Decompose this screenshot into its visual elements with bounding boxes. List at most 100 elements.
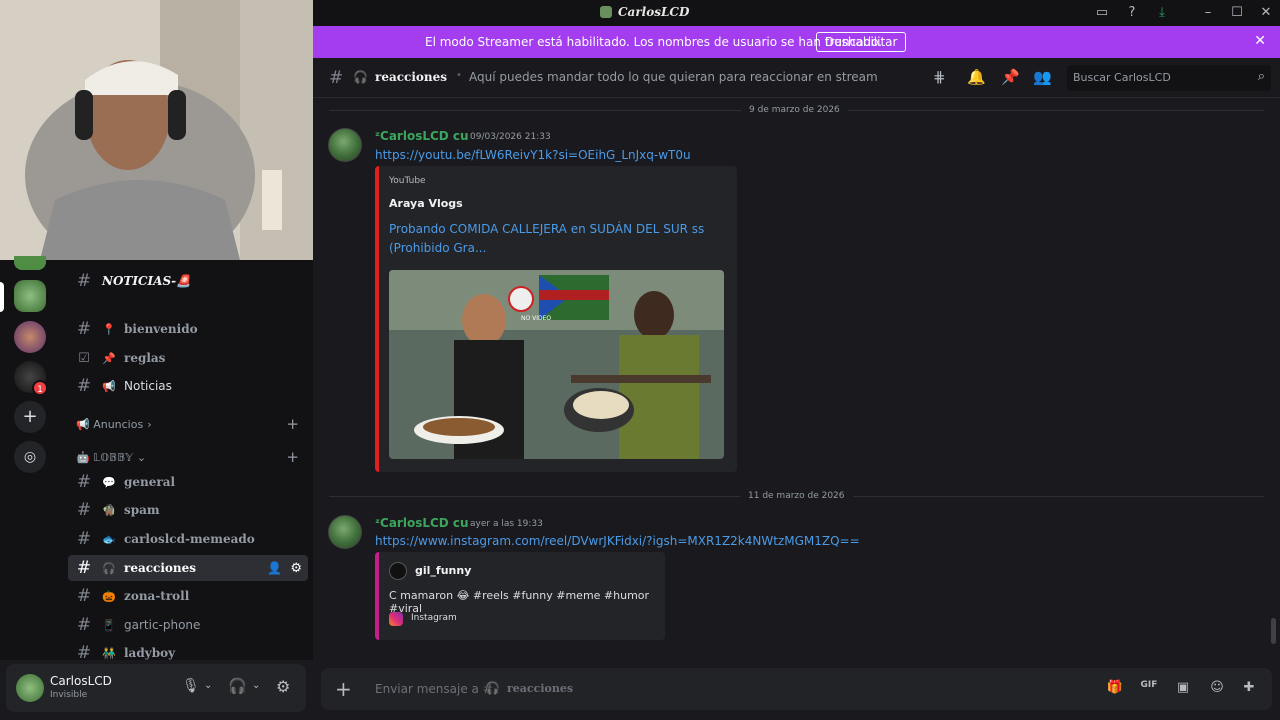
avatar[interactable] (328, 128, 362, 162)
channel-topic: Aquí puedes mandar todo lo que quieran p… (469, 70, 878, 84)
headphones-icon: 🎧 (353, 70, 368, 84)
channel-general[interactable]: # 💬 general (68, 469, 308, 495)
pin-icon[interactable]: 📌 (1001, 68, 1020, 86)
hash-icon: # (76, 529, 92, 549)
active-server-pill (0, 282, 4, 312)
minimize-button[interactable]: – (1199, 4, 1217, 22)
close-window-button[interactable]: ✕ (1257, 4, 1275, 22)
channel-header: # 🎧 reacciones • Aquí puedes mandar todo… (313, 58, 1280, 98)
message-link[interactable]: https://youtu.be/fLW6ReivY1k?si=OEihG_Ln… (375, 148, 691, 162)
gear-icon[interactable]: ⚙ (290, 561, 302, 576)
avatar[interactable] (328, 515, 362, 549)
hash-icon: # (76, 586, 92, 606)
thumb-sign: NO VIDEO (521, 315, 551, 322)
channel-reglas[interactable]: ☑ 📌 reglas (68, 345, 308, 371)
server-icon-2[interactable] (14, 321, 46, 353)
bell-icon[interactable]: 🔔 (967, 68, 986, 86)
date-divider-label: 9 de marzo de 2026 (741, 105, 848, 115)
chevron-down-icon[interactable]: ⌄ (204, 680, 212, 691)
gear-icon[interactable]: ⚙ (276, 677, 290, 696)
channel-ladyboy[interactable]: # 👬 ladyboy (68, 640, 308, 666)
channel-noticias-header[interactable]: # 𝑵𝑶𝑻𝑰𝑪𝑰𝑨𝑺-🚨 (68, 268, 308, 294)
category-lobby[interactable]: 🤖 𝕃𝕆𝔹𝔹𝕐 ⌄ (76, 451, 146, 464)
maximize-button[interactable]: ☐ (1228, 4, 1246, 22)
channel-noticias[interactable]: # 📢 Noticias (68, 373, 308, 399)
server-carloslcd[interactable] (14, 280, 46, 312)
add-channel-icon[interactable]: + (286, 448, 299, 466)
hash-icon: # (76, 271, 92, 291)
embed-author[interactable]: gil_funny (415, 564, 471, 577)
hash-icon: # (329, 68, 344, 88)
channel-name: reacciones (375, 70, 448, 84)
video-thumbnail-image: NO VIDEO (389, 270, 724, 459)
hash-icon: # (76, 615, 92, 635)
channel-spam[interactable]: # 🧌 spam (68, 497, 308, 523)
message-composer[interactable]: + Enviar mensaje a # 🎧 reacciones 🎁 GIF … (321, 668, 1272, 710)
add-server-icon[interactable]: + (14, 401, 46, 433)
message-link[interactable]: https://www.instagram.com/reel/DVwrJKFid… (375, 534, 860, 548)
channel-sidebar: # 𝑵𝑶𝑻𝑰𝑪𝑰𝑨𝑺-🚨 # 📍 bienvenido ☑ 📌 reglas #… (62, 260, 313, 663)
video-thumbnail[interactable]: NO VIDEO (389, 270, 724, 459)
scrollbar-thumb[interactable] (1271, 618, 1276, 644)
threads-icon[interactable]: ⋕ (933, 68, 946, 86)
embed-title-line2[interactable]: (Prohibido Gra... (389, 241, 486, 255)
channel-reacciones[interactable]: # 🎧 reacciones 👤 ⚙ (68, 555, 308, 581)
search-icon: ⌕ (1257, 69, 1265, 84)
channel-zona-troll[interactable]: # 🎃 zona-troll (68, 583, 308, 609)
message-author[interactable]: ᶻCarlosLCD cu (375, 516, 469, 530)
category-anuncios[interactable]: 📢 Anuncios › (76, 418, 152, 431)
embed-title[interactable]: Probando COMIDA CALLEJERA en SUDÁN DEL S… (389, 222, 704, 236)
composer-placeholder: Enviar mensaje a # (375, 682, 493, 696)
emoji-icon[interactable]: ☺ (1207, 680, 1227, 698)
chevron-down-icon: ⌄ (136, 451, 147, 464)
embed-accent-bar (375, 166, 379, 472)
channel-carloslcd-memeado[interactable]: # 🐟 carloslcd-memeado (68, 526, 308, 552)
headphones-icon: 🎧 (485, 681, 500, 695)
user-name: CarlosLCD (50, 674, 112, 688)
youtube-embed: YouTube Araya Vlogs Probando COMIDA CALL… (375, 166, 737, 472)
microphone-icon[interactable]: 🎙 (182, 678, 200, 694)
hash-icon: # (76, 376, 92, 396)
help-icon[interactable]: ? (1123, 4, 1141, 22)
add-member-icon[interactable]: 👤 (267, 561, 282, 575)
inbox-icon[interactable]: ▭ (1093, 4, 1111, 22)
headphones-icon[interactable]: 🎧 (228, 677, 247, 695)
disable-streamer-button[interactable]: Deshabilitar (816, 32, 907, 52)
embed-provider: Instagram (411, 613, 457, 623)
chevron-down-icon[interactable]: ⌄ (252, 680, 260, 691)
avatar[interactable] (16, 674, 44, 702)
streamer-mode-banner: El modo Streamer está habilitado. Los no… (313, 26, 1280, 58)
hash-icon: # (76, 558, 92, 578)
message-author[interactable]: ᶻCarlosLCD cu (375, 129, 469, 143)
gift-icon[interactable]: 🎁 (1105, 680, 1125, 698)
channel-bienvenido[interactable]: # 📍 bienvenido (68, 316, 308, 342)
add-channel-icon[interactable]: + (286, 415, 299, 433)
composer-channel: reacciones (507, 682, 574, 695)
hash-icon: # (76, 643, 92, 663)
banner-text: El modo Streamer está habilitado. Los no… (425, 35, 883, 49)
channel-gartic-phone[interactable]: # 📱 gartic-phone (68, 612, 308, 638)
user-panel: CarlosLCD Invisible 🎙 ⌄ 🎧 ⌄ ⚙ (6, 664, 306, 712)
apps-icon[interactable]: ✚ (1239, 680, 1259, 698)
instagram-icon (389, 612, 403, 626)
hash-icon: # (76, 319, 92, 339)
close-banner-icon[interactable]: ✕ (1254, 33, 1266, 49)
server-icon-partial[interactable] (14, 256, 46, 270)
sticker-icon[interactable]: ▣ (1173, 680, 1193, 698)
gif-icon[interactable]: GIF (1139, 680, 1159, 698)
add-attachment-icon[interactable]: + (335, 677, 352, 701)
members-icon[interactable]: 👥 (1033, 68, 1052, 86)
embed-author[interactable]: Araya Vlogs (389, 197, 463, 210)
search-input[interactable]: Buscar CarlosLCD ⌕ (1067, 65, 1271, 91)
embed-provider: YouTube (389, 176, 426, 186)
hash-icon: # (76, 500, 92, 520)
webcam-person-image (0, 0, 313, 260)
rules-icon: ☑ (78, 350, 90, 366)
embed-accent-bar (375, 552, 379, 640)
discover-icon[interactable]: ◎ (14, 441, 46, 473)
header-separator: • (456, 70, 462, 81)
chat-area: # 🎧 reacciones • Aquí puedes mandar todo… (313, 58, 1280, 720)
message-timestamp: ayer a las 19:33 (470, 519, 543, 529)
download-icon[interactable]: ⤓ (1153, 4, 1171, 22)
instagram-embed: gil_funny C mamaron 😂 #reels #funny #mem… (375, 552, 665, 640)
